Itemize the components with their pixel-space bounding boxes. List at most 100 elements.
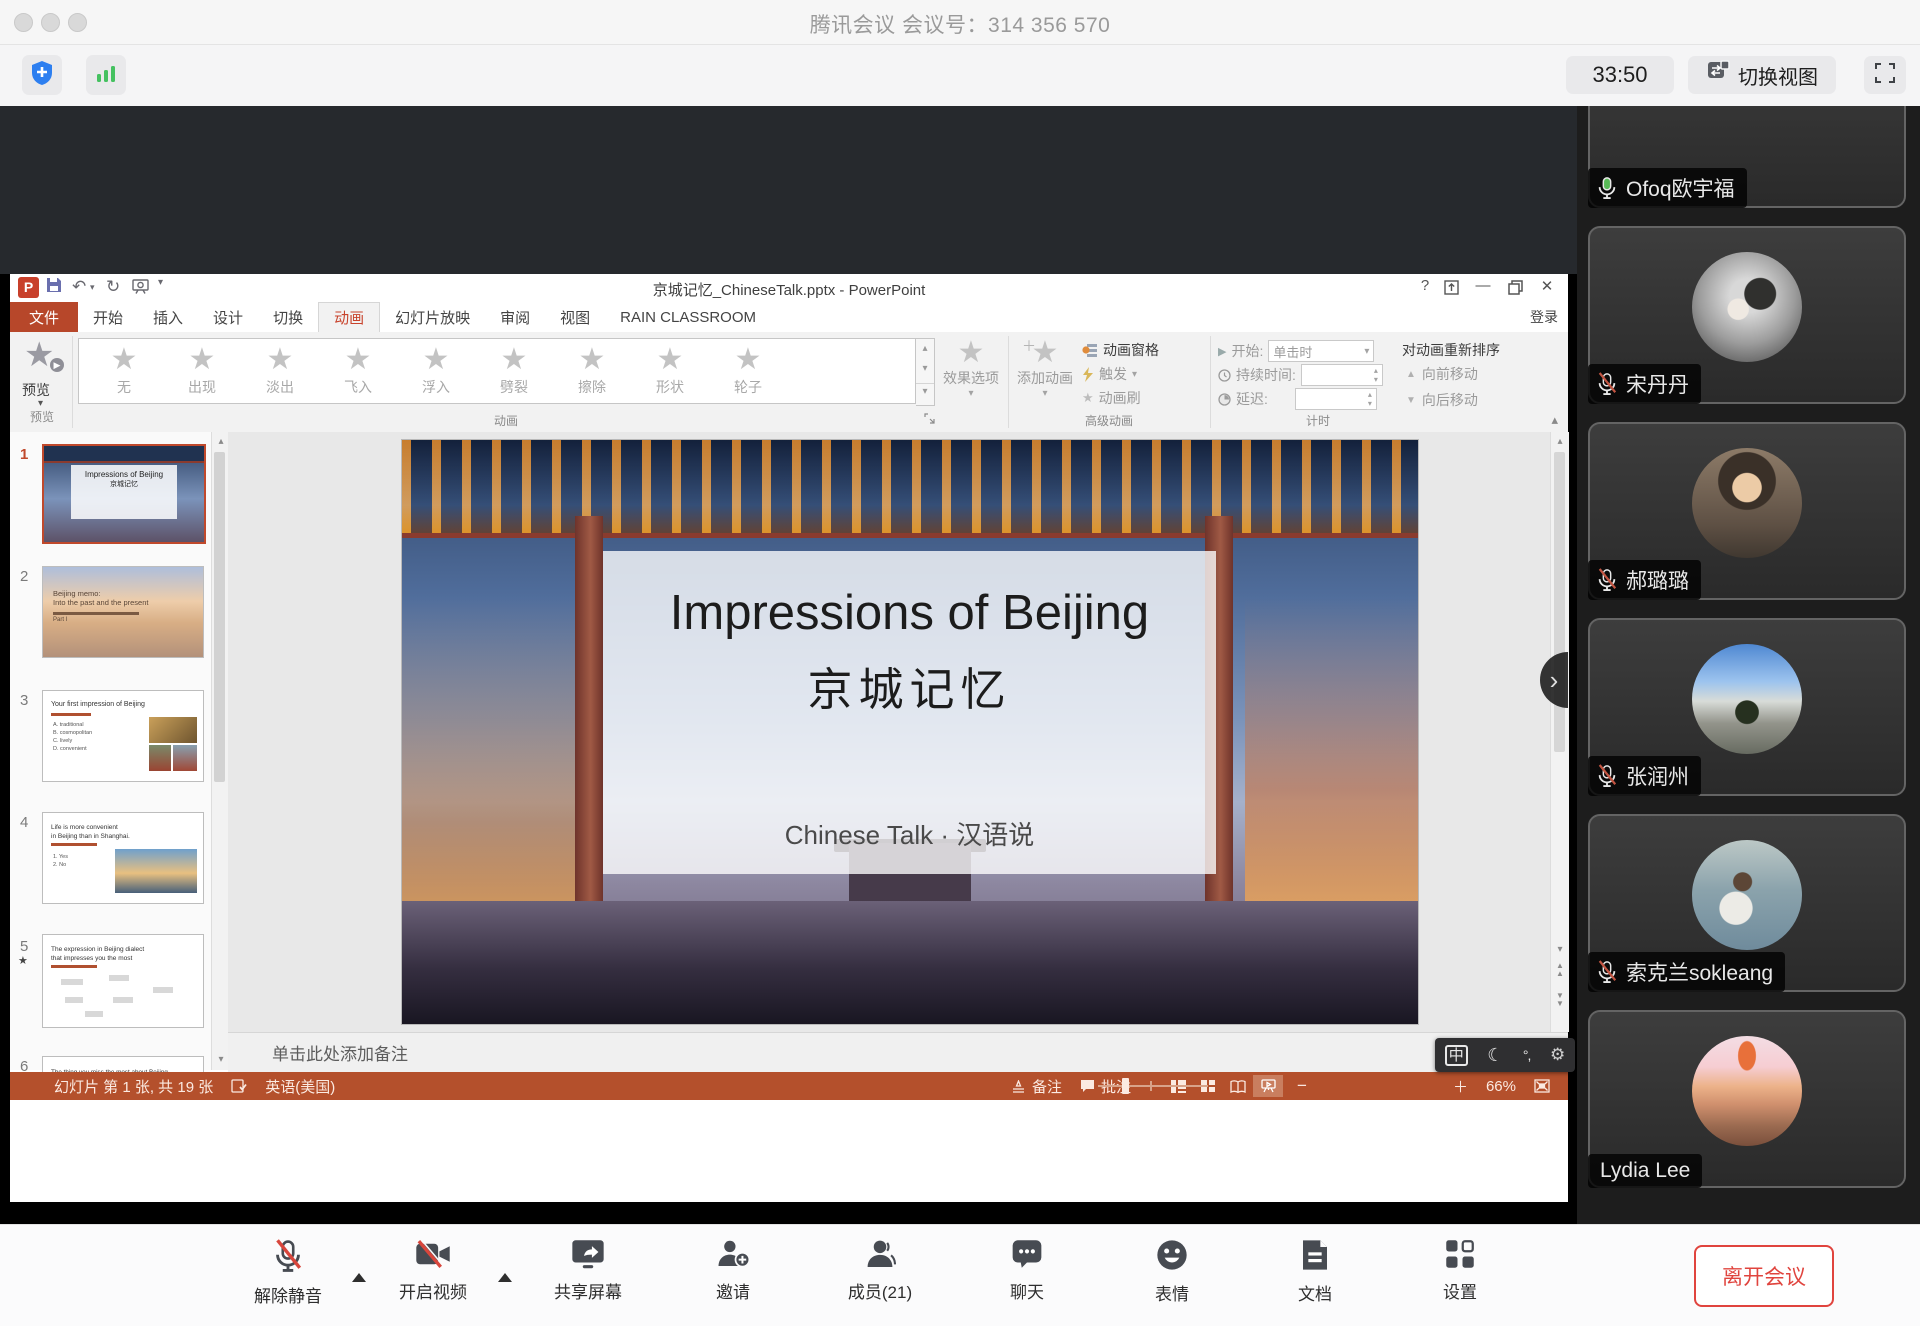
ppt-menu-tabs: 文件 开始 插入 设计 切换 动画 幻灯片放映 审阅 视图 RAIN CLASS… (10, 302, 1568, 332)
previous-slide-button[interactable]: ▲▲ (1551, 962, 1569, 978)
animation-float-in[interactable]: 浮入 (397, 345, 475, 397)
network-quality-button[interactable] (86, 55, 126, 95)
video-options-arrow[interactable] (498, 1273, 512, 1282)
slide-area-scrollbar[interactable]: ▲▲ ▼▼ (1550, 432, 1569, 1032)
ime-punctuation-icon[interactable] (1523, 1047, 1531, 1063)
tab-review[interactable]: 审阅 (485, 302, 545, 332)
ime-mode-chinese[interactable]: 中 (1445, 1045, 1468, 1066)
participant-tile[interactable]: 张润州 (1588, 618, 1906, 796)
animation-appear[interactable]: 出现 (163, 345, 241, 397)
animation-wipe[interactable]: 擦除 (553, 345, 631, 397)
move-later-button[interactable]: 向后移动 (1406, 390, 1478, 410)
thumb-1-number: 1 (20, 446, 28, 463)
fit-to-window-icon[interactable] (1534, 1079, 1550, 1093)
close-icon[interactable] (1534, 277, 1560, 295)
duration-spinner[interactable]: ▴▾ (1301, 364, 1383, 386)
thumbnail-slide-1[interactable]: Impressions of Beijing 京城记忆 (42, 444, 206, 544)
add-animation-button[interactable]: ＋ 添加动画 (1014, 336, 1076, 412)
participant-tile[interactable]: Lydia Lee (1588, 1010, 1906, 1188)
tab-animations[interactable]: 动画 (318, 302, 380, 332)
gallery-scroll-down-icon[interactable] (916, 361, 934, 377)
meeting-timer[interactable]: 33:50 (1566, 56, 1674, 94)
docs-button[interactable]: 文档 (1255, 1239, 1375, 1305)
shared-screen-area: P 京城记忆_ChineseTalk.pptx - PowerPoint (0, 106, 1577, 1224)
tab-rain-classroom[interactable]: RAIN CLASSROOM (605, 302, 771, 332)
ribbon-display-icon[interactable] (1438, 280, 1464, 299)
switch-view-button[interactable]: 切换视图 (1688, 56, 1836, 94)
animation-split[interactable]: 劈裂 (475, 345, 553, 397)
unmute-button[interactable]: 解除静音 (228, 1239, 348, 1307)
float-in-star-icon (423, 345, 450, 375)
next-slide-button[interactable]: ▼▼ (1551, 992, 1569, 1008)
collapse-ribbon-icon[interactable] (1551, 412, 1558, 428)
tab-insert[interactable]: 插入 (138, 302, 198, 332)
minimize-icon[interactable] (1470, 277, 1496, 294)
animation-none[interactable]: 无 (85, 345, 163, 397)
zoom-percentage[interactable]: 66% (1486, 1078, 1516, 1095)
thumbnail-slide-4[interactable]: Life is more convenient in Beijing than … (42, 812, 204, 904)
thumbnail-slide-2[interactable]: Beijing memo: Into the past and the pres… (42, 566, 204, 658)
start-video-button[interactable]: 开启视频 (373, 1239, 493, 1303)
help-icon[interactable] (1412, 277, 1438, 294)
gallery-scroll-up-icon[interactable] (916, 341, 934, 357)
animation-fade[interactable]: 淡出 (241, 345, 319, 397)
tab-file[interactable]: 文件 (10, 302, 78, 332)
move-earlier-button[interactable]: 向前移动 (1406, 364, 1478, 384)
animation-pane-button[interactable]: 动画窗格 (1082, 340, 1159, 360)
delay-spinner[interactable]: ▴▾ (1295, 388, 1377, 410)
animation-wheel[interactable]: 轮子 (709, 345, 787, 397)
start-dropdown[interactable]: 单击时 (1268, 340, 1374, 362)
spellcheck-icon[interactable] (231, 1078, 247, 1094)
participant-tile[interactable]: 郝璐璐 (1588, 422, 1906, 600)
thumbnail-slide-5[interactable]: The expression in Beijing dialect that i… (42, 934, 204, 1028)
settings-button[interactable]: 设置 (1400, 1239, 1520, 1303)
gallery-more-icon[interactable] (916, 383, 934, 400)
ime-moon-icon[interactable] (1487, 1045, 1503, 1066)
language-status[interactable]: 英语(美国) (265, 1076, 335, 1097)
thumbnail-scrollbar-thumb[interactable] (214, 452, 225, 782)
slide-canvas[interactable]: Impressions of Beijing 京城记忆 Chinese Talk… (402, 440, 1418, 1024)
shape-star-icon (657, 345, 684, 375)
chat-button[interactable]: 聊天 (967, 1239, 1087, 1303)
reading-view-button[interactable] (1223, 1075, 1253, 1097)
participant-tile[interactable]: 索克兰sokleang (1588, 814, 1906, 992)
invite-button[interactable]: 邀请 (673, 1239, 793, 1303)
effect-options-button[interactable]: 效果选项 (940, 336, 1002, 412)
slide-title-panel: Impressions of Beijing 京城记忆 Chinese Talk… (603, 551, 1216, 874)
tab-design[interactable]: 设计 (198, 302, 258, 332)
zoom-out-button[interactable] (1297, 1076, 1307, 1096)
notes-toggle[interactable]: 备注 (1011, 1076, 1062, 1097)
meeting-security-button[interactable] (22, 55, 62, 95)
thumbnail-scrollbar[interactable] (211, 432, 228, 1070)
notes-pane[interactable]: 单击此处添加备注 (228, 1032, 1568, 1072)
fullscreen-button[interactable] (1864, 56, 1906, 94)
animation-dialog-launcher-icon[interactable] (924, 411, 935, 428)
trigger-button[interactable]: 触发 (1082, 364, 1137, 384)
participant-tile[interactable]: Ofoq欧宇福 (1588, 106, 1906, 208)
animation-shape[interactable]: 形状 (631, 345, 709, 397)
audio-options-arrow[interactable] (352, 1273, 366, 1282)
tab-view[interactable]: 视图 (545, 302, 605, 332)
zoom-slider-track[interactable] (1098, 1085, 1208, 1087)
animation-fly-in[interactable]: 飞入 (319, 345, 397, 397)
animation-pane-icon (1082, 342, 1098, 358)
slideshow-view-button[interactable] (1253, 1075, 1283, 1097)
participant-tile[interactable]: 宋丹丹 (1588, 226, 1906, 404)
ppt-signin-link[interactable]: 登录 (1530, 307, 1558, 327)
animation-painter-button[interactable]: 动画刷 (1082, 388, 1141, 408)
zoom-in-button[interactable] (1453, 1076, 1468, 1097)
tab-home[interactable]: 开始 (78, 302, 138, 332)
leave-meeting-button[interactable]: 离开会议 (1694, 1245, 1834, 1307)
ime-settings-gear-icon[interactable] (1550, 1045, 1565, 1065)
emoji-button[interactable]: 表情 (1112, 1239, 1232, 1305)
zoom-slider-thumb[interactable] (1122, 1078, 1129, 1094)
preview-button[interactable]: ★ ▶ 预览 预览 (16, 336, 68, 428)
tab-transitions[interactable]: 切换 (258, 302, 318, 332)
thumbnail-slide-3[interactable]: Your first impression of Beijing A. trad… (42, 690, 204, 782)
input-method-bar: 中 (1435, 1038, 1575, 1072)
share-screen-button[interactable]: 共享屏幕 (528, 1239, 648, 1303)
members-button[interactable]: 成员(21) (820, 1239, 940, 1303)
avatar (1692, 448, 1802, 558)
restore-icon[interactable] (1502, 280, 1528, 299)
tab-slideshow[interactable]: 幻灯片放映 (380, 302, 485, 332)
